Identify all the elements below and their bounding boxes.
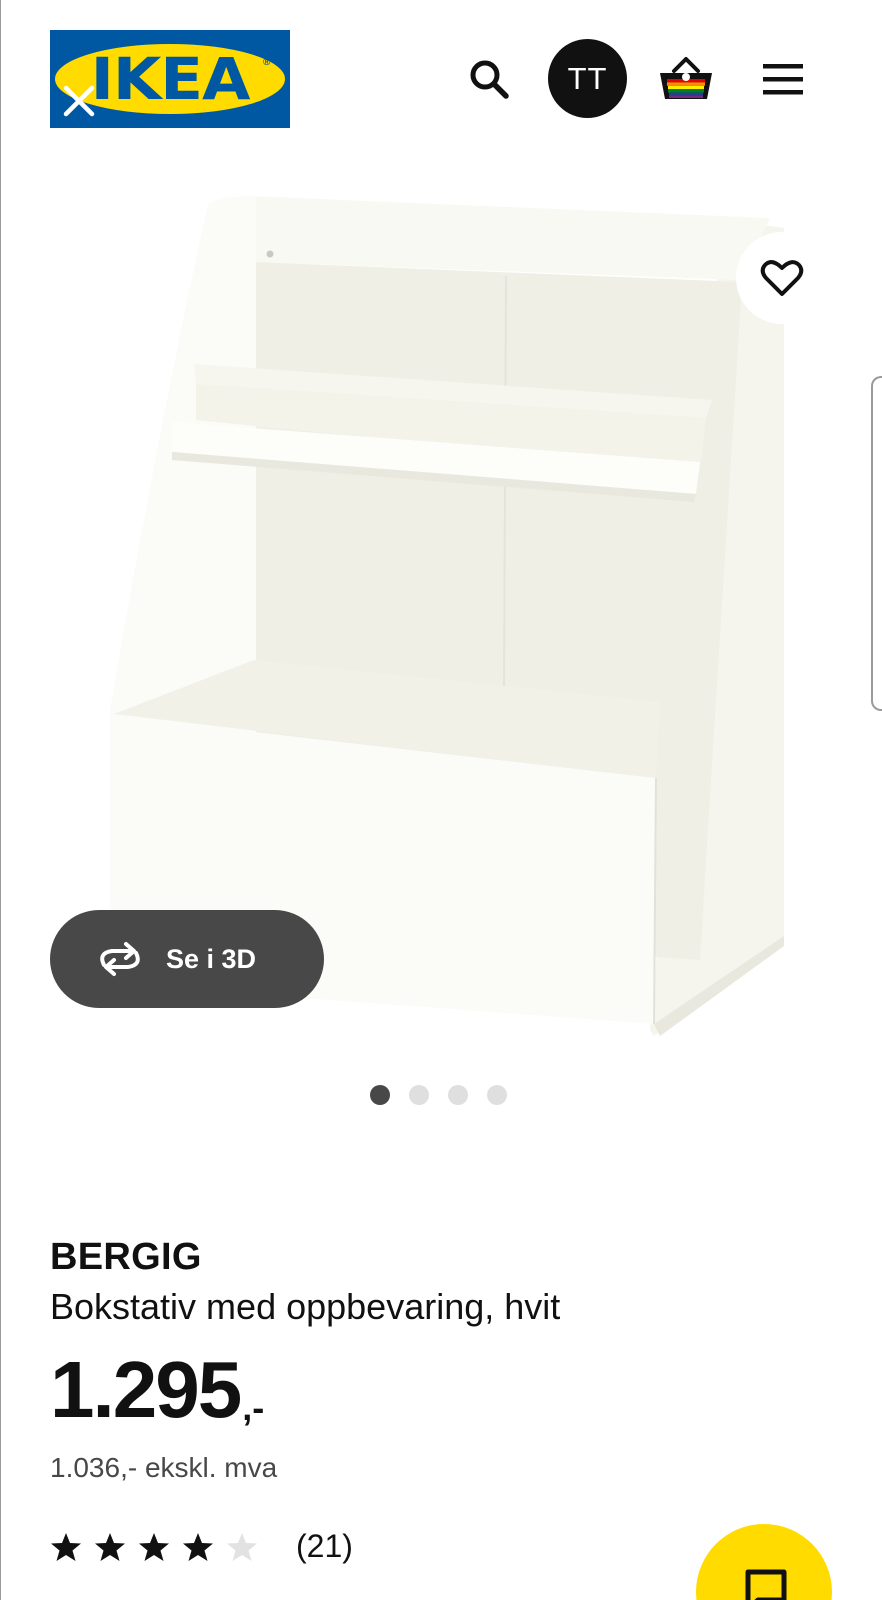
price-ex-vat: 1.036,- ekskl. mva	[50, 1452, 278, 1483]
product-description: Bokstativ med oppbevaring, hvit	[50, 1286, 561, 1327]
product-name: BERGIG	[50, 1236, 202, 1278]
review-count[interactable]: (21)	[296, 1528, 353, 1565]
chat-icon	[745, 1569, 787, 1600]
chat-button[interactable]	[696, 1524, 832, 1600]
side-panel-handle[interactable]	[871, 376, 882, 711]
carousel-dot[interactable]	[370, 1085, 390, 1105]
carousel-dot[interactable]	[409, 1085, 429, 1105]
user-avatar[interactable]: TT	[548, 39, 627, 118]
product-rating[interactable]: (21)	[50, 1528, 353, 1565]
rotate-3d-icon	[100, 942, 140, 976]
favorite-button[interactable]	[736, 232, 828, 324]
close-icon[interactable]	[60, 82, 98, 120]
logo-registered-mark: ®	[263, 57, 271, 68]
star-filled-icon	[139, 1532, 169, 1561]
top-header: IKEA ® TT	[0, 0, 882, 160]
star-filled-icon	[95, 1532, 125, 1561]
star-filled-icon	[183, 1532, 213, 1561]
price-suffix: ,-	[242, 1387, 265, 1428]
search-icon[interactable]	[466, 56, 514, 104]
price-value: 1.295	[50, 1345, 242, 1434]
image-carousel-dots	[370, 1085, 507, 1107]
basket-icon[interactable]	[656, 55, 716, 105]
view-3d-button[interactable]: Se i 3D	[50, 910, 324, 1008]
carousel-dot[interactable]	[448, 1085, 468, 1105]
heart-icon	[760, 260, 804, 296]
ikea-logo[interactable]: IKEA ®	[50, 30, 290, 128]
star-empty-icon	[227, 1532, 257, 1561]
menu-icon[interactable]	[759, 58, 807, 100]
product-price: 1.295 ,-	[50, 1350, 264, 1430]
star-filled-icon	[51, 1532, 81, 1561]
carousel-dot[interactable]	[487, 1085, 507, 1105]
view-3d-label: Se i 3D	[166, 943, 257, 974]
